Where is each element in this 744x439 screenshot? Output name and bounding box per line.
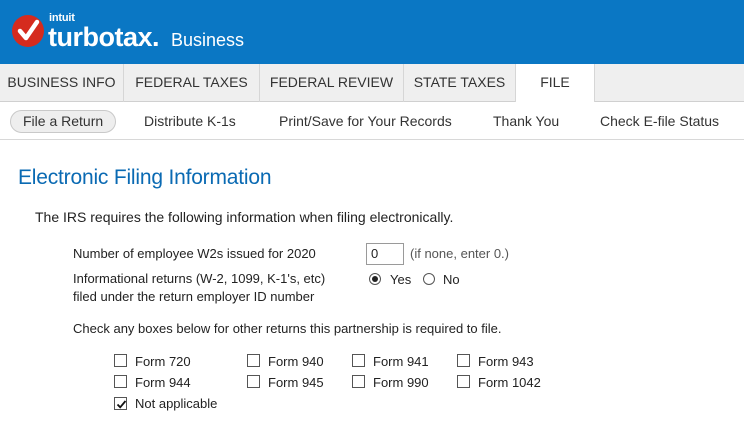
intro-text: The IRS requires the following informati… xyxy=(35,209,454,225)
form-941-checkbox[interactable] xyxy=(352,354,365,367)
form-990-label[interactable]: Form 990 xyxy=(373,375,429,390)
info-returns-no-label[interactable]: No xyxy=(443,272,460,287)
subnav-distribute-k1s[interactable]: Distribute K-1s xyxy=(144,110,236,133)
page-title: Electronic Filing Information xyxy=(18,166,272,189)
w2-count-label: Number of employee W2s issued for 2020 xyxy=(73,246,316,261)
form-1042-checkbox[interactable] xyxy=(457,375,470,388)
form-943-checkbox[interactable] xyxy=(457,354,470,367)
w2-count-input[interactable]: 0 xyxy=(366,243,404,265)
subnav-check-efile-status[interactable]: Check E-file Status xyxy=(600,110,719,133)
not-applicable-checkbox[interactable] xyxy=(114,397,127,410)
info-returns-no-radio[interactable] xyxy=(423,273,435,285)
turbotax-logo xyxy=(12,15,44,47)
form-941-label[interactable]: Form 941 xyxy=(373,354,429,369)
form-1042-label[interactable]: Form 1042 xyxy=(478,375,541,390)
info-returns-label-line2: filed under the return employer ID numbe… xyxy=(73,289,315,304)
tab-federal-taxes[interactable]: FEDERAL TAXES xyxy=(124,64,260,102)
form-945-label[interactable]: Form 945 xyxy=(268,375,324,390)
checkmark-icon xyxy=(17,19,40,41)
sub-navigation: File a Return Distribute K-1s Print/Save… xyxy=(0,102,744,140)
app-header: intuit turbotax. Business xyxy=(0,0,744,64)
info-returns-yes-label[interactable]: Yes xyxy=(390,272,411,287)
form-940-label[interactable]: Form 940 xyxy=(268,354,324,369)
info-returns-yes-radio[interactable] xyxy=(369,273,381,285)
checkbox-prompt: Check any boxes below for other returns … xyxy=(73,321,502,336)
product-name: Business xyxy=(171,30,245,50)
form-944-label[interactable]: Form 944 xyxy=(135,375,191,390)
main-tabs: BUSINESS INFO FEDERAL TAXES FEDERAL REVI… xyxy=(0,64,744,103)
form-945-checkbox[interactable] xyxy=(247,375,260,388)
subnav-print-save[interactable]: Print/Save for Your Records xyxy=(279,110,452,133)
form-940-checkbox[interactable] xyxy=(247,354,260,367)
checkmark-icon xyxy=(116,400,127,409)
info-returns-label-line1: Informational returns (W-2, 1099, K-1's,… xyxy=(73,271,326,286)
tab-business-info[interactable]: BUSINESS INFO xyxy=(0,64,124,102)
form-944-checkbox[interactable] xyxy=(114,375,127,388)
subnav-file-a-return[interactable]: File a Return xyxy=(10,110,117,133)
tab-federal-review[interactable]: FEDERAL REVIEW xyxy=(260,64,404,102)
tab-file[interactable]: FILE xyxy=(515,64,595,103)
form-990-checkbox[interactable] xyxy=(352,375,365,388)
form-720-label[interactable]: Form 720 xyxy=(135,354,191,369)
w2-count-hint: (if none, enter 0.) xyxy=(410,246,509,261)
not-applicable-label[interactable]: Not applicable xyxy=(135,396,217,411)
form-720-checkbox[interactable] xyxy=(114,354,127,367)
form-943-label[interactable]: Form 943 xyxy=(478,354,534,369)
turbotax-wordmark: turbotax. xyxy=(48,22,160,52)
tab-state-taxes[interactable]: STATE TAXES xyxy=(404,64,516,102)
subnav-thank-you[interactable]: Thank You xyxy=(493,110,559,133)
